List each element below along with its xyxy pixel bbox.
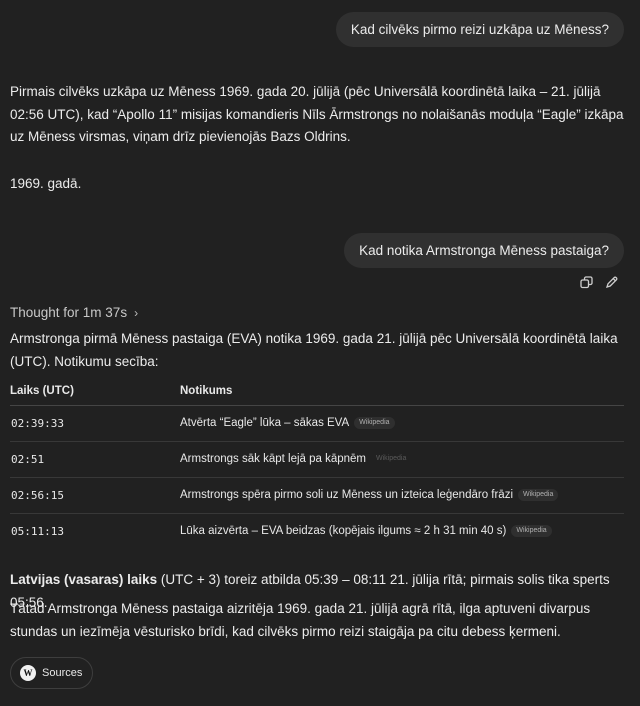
message-actions [580,276,618,289]
source-chip[interactable]: Wikipedia [511,525,552,538]
cell-time: 02:56:15 [10,477,180,514]
column-header-time: Laiks (UTC) [10,377,180,406]
edit-icon[interactable] [605,276,618,289]
user-message-1: Kad cilvēks pirmo reizi uzkāpa uz Mēness… [335,12,624,47]
event-text: Armstrongs spēra pirmo soli uz Mēness un… [180,489,514,502]
source-chip[interactable]: Wikipedia [371,453,411,465]
user-message-2: Kad notika Armstronga Mēness pastaiga? [344,233,624,268]
cell-event: Lūka aizvērta – EVA beidzas (kopējais il… [180,513,624,549]
cell-event: Atvērta “Eagle” lūka – sākas EVA Wikipedi… [180,405,624,442]
cell-time: 05:11:13 [11,524,64,538]
cell-event: Armstrongs spēra pirmo soli uz Mēness un… [180,477,624,514]
table-row: 02:51 Armstrongs sāk kāpt lejā pa kāpnēm… [10,441,624,478]
sources-label: Sources [42,667,83,679]
event-text: Atvērta “Eagle” lūka – sākas EVA [180,417,350,430]
event-text: Armstrongs sāk kāpt lejā pa kāpnēm [180,453,367,466]
column-header-event: Notikums [180,377,624,406]
latvia-time-label: Latvijas (vasaras) laiks [10,572,158,587]
assistant-answer-1: Pirmais cilvēks uzkāpa uz Mēness 1969. g… [10,84,624,144]
assistant-intro: Armstronga pirmā Mēness pastaiga (EVA) n… [10,331,618,369]
wikipedia-logo-icon: W [20,665,36,681]
assistant-answer-year: 1969. gadā. [10,176,82,191]
assistant-conclusion: Tātad Armstronga Mēness pastaiga aizritē… [10,601,591,639]
table-row: 02:56:15 Armstrongs spēra pirmo soli uz … [10,477,624,514]
table-row: 05:11:13 Lūka aizvērta – EVA beidzas (ko… [10,513,624,549]
source-chip[interactable]: Wikipedia [518,488,559,501]
table-row: 02:39:33 Atvērta “Eagle” lūka – sākas EV… [10,405,624,442]
copy-icon[interactable] [580,276,593,289]
chevron-right-icon: › [134,306,139,320]
table-header-row: Laiks (UTC) Notikums [10,377,624,406]
source-chip[interactable]: Wikipedia [354,416,395,429]
events-table: Laiks (UTC) Notikums 02:39:33 Atvērta “E… [10,377,624,549]
event-text: Lūka aizvērta – EVA beidzas (kopējais il… [180,525,507,538]
cell-event: Armstrongs sāk kāpt lejā pa kāpnēm Wikipe… [180,441,624,478]
cell-time: 02:51 [10,441,180,478]
thought-label: Thought for 1m 37s [10,305,128,320]
thought-toggle[interactable]: Thought for 1m 37s › [10,303,138,323]
sources-button[interactable]: W Sources [10,657,94,689]
cell-time: 02:39:33 [10,405,180,442]
